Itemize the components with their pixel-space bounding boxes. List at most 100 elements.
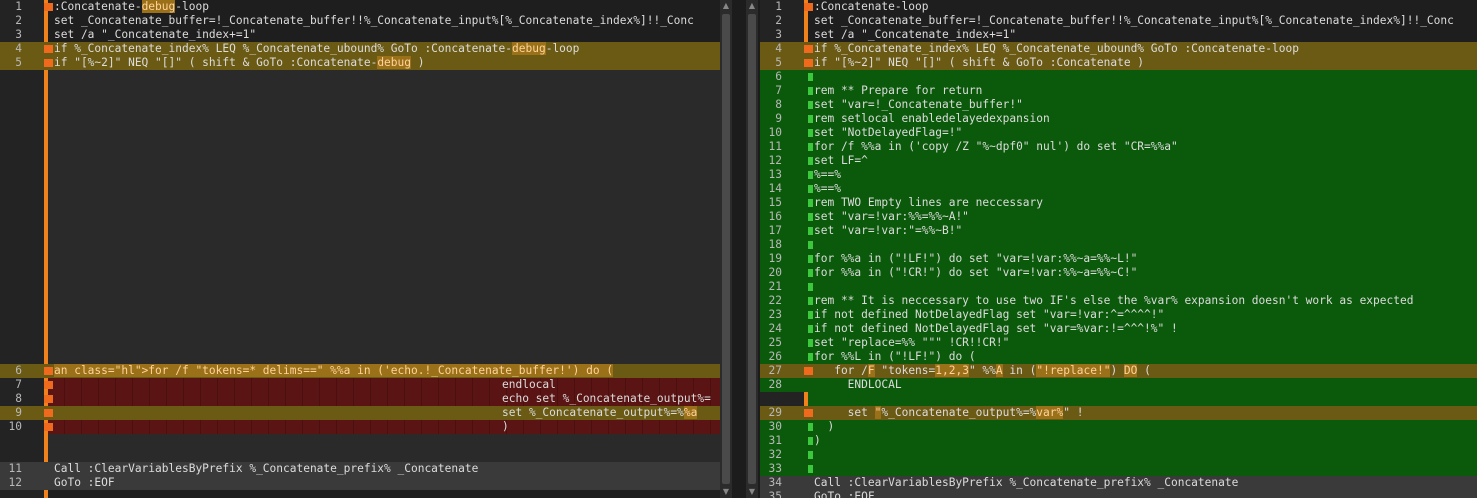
code-text: if %_Concatenate_index% LEQ %_Concatenat…	[814, 42, 1299, 55]
code-line[interactable]: 28 ENDLOCAL	[760, 378, 1477, 392]
line-number: 8	[15, 392, 22, 405]
scroll-down-icon[interactable]: ▼	[720, 486, 732, 498]
line-number: 34	[768, 476, 782, 489]
line-number: 6	[15, 364, 22, 377]
scroll-up-icon[interactable]: ▲	[720, 0, 732, 12]
insert-marker	[808, 353, 813, 361]
left-empty-filler	[48, 70, 720, 364]
code-text: for %%L in ("!LF!") do (	[814, 350, 976, 363]
line-number: 27	[768, 364, 782, 377]
line-number: 23	[768, 308, 782, 321]
line-number: 3	[775, 28, 782, 41]
line-number: 25	[768, 336, 782, 349]
code-text: )	[814, 434, 821, 447]
code-line[interactable]: 7 endlocal	[0, 378, 720, 392]
code-line[interactable]: 34 Call :ClearVariablesByPrefix %_Concate…	[760, 476, 1477, 490]
code-line[interactable]: 7 rem ** Prepare for return	[760, 84, 1477, 98]
code-line[interactable]: 16 set "var=!var:%%=%%~A!"	[760, 210, 1477, 224]
code-line[interactable]: 11 for /f %%a in ('copy /Z "%~dpf0" nul')…	[760, 140, 1477, 154]
change-marker	[804, 59, 813, 67]
code-line[interactable]: 32	[760, 448, 1477, 462]
line-number: 19	[768, 252, 782, 265]
code-line[interactable]: 6	[760, 70, 1477, 84]
code-text: :Concatenate-debug-loop	[54, 0, 209, 13]
code-line[interactable]: 6 an class="hl">for /f "tokens=* delims==…	[0, 364, 720, 378]
code-text: rem ** Prepare for return	[814, 84, 983, 97]
code-line[interactable]: 18	[760, 238, 1477, 252]
code-line[interactable]: 4 if %_Concatenate_index% LEQ %_Concatena…	[0, 42, 720, 56]
code-text: for %%a in ("!LF!") do set "var=!var:%%~…	[814, 252, 1138, 265]
code-line[interactable]: 2 set _Concatenate_buffer=!_Concatenate_b…	[760, 14, 1477, 28]
code-line[interactable]: 8 echo set %_Concatenate_output%=	[0, 392, 720, 406]
line-number: 12	[8, 476, 22, 489]
code-line[interactable]: 9 set %_Concatenate_output%=%%a	[0, 406, 720, 420]
code-line[interactable]: 10)	[0, 420, 720, 434]
left-diff-pane[interactable]: 1:Concatenate-debug-loop 2 set _Concatenat…	[0, 0, 720, 498]
code-text: set _Concatenate_buffer=!_Concatenate_bu…	[54, 14, 694, 27]
code-line[interactable]: 19 for %%a in ("!LF!") do set "var=!var:%…	[760, 252, 1477, 266]
code-line[interactable]: 5 if "[%~2]" NEQ "[]" ( shift & GoTo :Con…	[0, 56, 720, 70]
line-number: 15	[768, 196, 782, 209]
code-line[interactable]: 12 set LF=^	[760, 154, 1477, 168]
scroll-up-icon[interactable]: ▲	[746, 0, 758, 12]
code-line[interactable]: 17 set "var=!var:"=%%~B!"	[760, 224, 1477, 238]
code-line[interactable]: 3 set /a "_Concatenate_index+=1"	[760, 28, 1477, 42]
code-line[interactable]: 13 %==%	[760, 168, 1477, 182]
insert-marker	[808, 241, 813, 249]
code-line[interactable]: 1:Concatenate-loop	[760, 0, 1477, 14]
code-line[interactable]: 29 set "%_Concatenate_output%=%var%" !	[760, 406, 1477, 420]
right-scroll-thumb[interactable]	[748, 14, 756, 484]
code-text: if %_Concatenate_index% LEQ %_Concatenat…	[54, 42, 580, 55]
left-scrollbar[interactable]: ▲ ▼	[720, 0, 732, 498]
code-line[interactable]: 22 rem ** It is neccessary to use two IF'…	[760, 294, 1477, 308]
code-line[interactable]: 27 for /F "tokens=1,2,3" %%A in ("!repla…	[760, 364, 1477, 378]
code-text: an class="hl">for /f "tokens=* delims=="…	[54, 364, 614, 377]
code-line[interactable]: 12 GoTo :EOF	[0, 476, 720, 490]
change-marker	[44, 59, 53, 67]
code-line[interactable]: 21	[760, 280, 1477, 294]
line-number: 28	[768, 378, 782, 391]
scroll-down-icon[interactable]: ▼	[746, 486, 758, 498]
line-number: 32	[768, 448, 782, 461]
left-scroll-thumb[interactable]	[722, 14, 730, 484]
code-line[interactable]: 30 )	[760, 420, 1477, 434]
code-line[interactable]: 14 %==%	[760, 182, 1477, 196]
code-line[interactable]: 9 rem setlocal enabledelayedexpansion	[760, 112, 1477, 126]
code-text: if "[%~2]" NEQ "[]" ( shift & GoTo :Conc…	[814, 56, 1145, 69]
code-line[interactable]: 35 GoTo :EOF	[760, 490, 1477, 498]
code-line[interactable]: 10 set "NotDelayedFlag=!"	[760, 126, 1477, 140]
code-line[interactable]: 4 if %_Concatenate_index% LEQ %_Concatena…	[760, 42, 1477, 56]
line-number: 4	[775, 42, 782, 55]
code-line[interactable]: 20 for %%a in ("!CR!") do set "var=!var:%…	[760, 266, 1477, 280]
line-number: 2	[775, 14, 782, 27]
code-line[interactable]: 5 if "[%~2]" NEQ "[]" ( shift & GoTo :Con…	[760, 56, 1477, 70]
code-text: set LF=^	[814, 154, 868, 167]
line-number: 17	[768, 224, 782, 237]
code-line[interactable]: 8 set "var=!_Concatenate_buffer!"	[760, 98, 1477, 112]
code-line[interactable]: 2 set _Concatenate_buffer=!_Concatenate_b…	[0, 14, 720, 28]
code-line[interactable]: 26 for %%L in ("!LF!") do (	[760, 350, 1477, 364]
code-line[interactable]: 33	[760, 462, 1477, 476]
insert-marker	[808, 339, 813, 347]
change-marker	[44, 3, 53, 11]
right-scrollbar[interactable]: ▲ ▼	[746, 0, 758, 498]
code-line[interactable]: 24 if not defined NotDelayedFlag set "var…	[760, 322, 1477, 336]
code-line[interactable]: 31)	[760, 434, 1477, 448]
code-line[interactable]: 23 if not defined NotDelayedFlag set "var…	[760, 308, 1477, 322]
line-number: 13	[768, 168, 782, 181]
code-text: set /a "_Concatenate_index+=1"	[54, 28, 257, 41]
code-line[interactable]: 3 set /a "_Concatenate_index+=1"	[0, 28, 720, 42]
pane-splitter[interactable]: ▲ ▼ ▲ ▼	[720, 0, 760, 498]
change-marker	[44, 45, 53, 53]
code-text: set "var=!_Concatenate_buffer!"	[814, 98, 1023, 111]
code-line[interactable]: 15 rem TWO Empty lines are neccessary	[760, 196, 1477, 210]
change-marker	[44, 381, 53, 389]
code-line[interactable]: 11 Call :ClearVariablesByPrefix %_Concate…	[0, 462, 720, 476]
code-line[interactable]: 1:Concatenate-debug-loop	[0, 0, 720, 14]
right-diff-pane[interactable]: 1:Concatenate-loop 2 set _Concatenate_buff…	[760, 0, 1477, 498]
code-text: for /F "tokens=1,2,3" %%A in ("!replace!…	[814, 364, 1151, 377]
line-number: 5	[15, 56, 22, 69]
line-number: 9	[775, 112, 782, 125]
code-line[interactable]: 25 set "replace=%% """ !CR!!CR!"	[760, 336, 1477, 350]
insert-marker	[808, 325, 813, 333]
